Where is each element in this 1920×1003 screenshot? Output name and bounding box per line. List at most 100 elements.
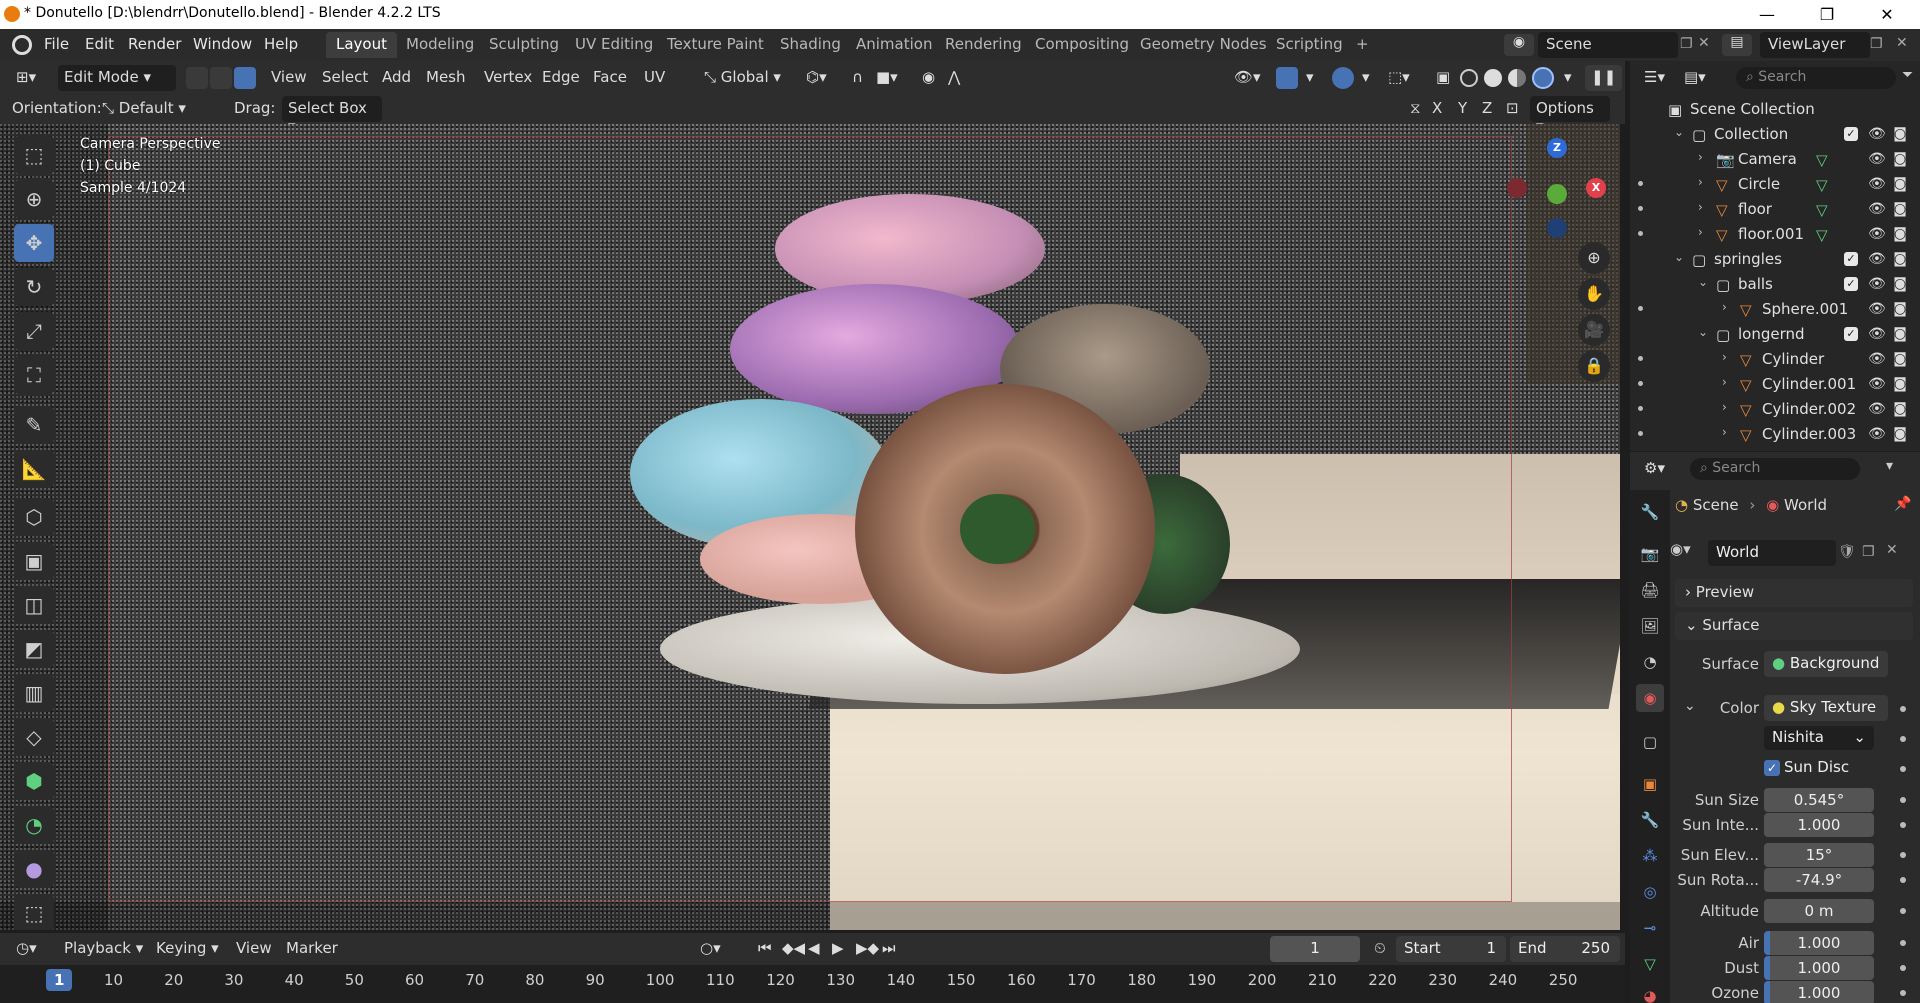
extrude-tool[interactable]: ▣ — [14, 542, 54, 580]
rotate-tool[interactable]: ↻ — [14, 268, 54, 306]
world-tab-icon[interactable]: ◉ — [1636, 684, 1664, 712]
transform-orientation-select[interactable]: ⤡ Global ▾ — [698, 65, 787, 91]
expand-arrow-icon[interactable]: › — [1698, 200, 1703, 214]
menu-view[interactable]: View — [265, 65, 313, 91]
tab-scripting[interactable]: Scripting — [1266, 32, 1353, 58]
jump-start-icon[interactable]: ⏮ — [752, 936, 778, 962]
gizmo-neg-z-axis[interactable] — [1547, 218, 1567, 238]
keyframe-dot[interactable] — [1900, 965, 1906, 971]
snap-target-icon[interactable]: ■▾ — [870, 65, 904, 91]
outliner-editor-type-icon[interactable]: ☰▾ — [1638, 65, 1671, 91]
wireframe-shading-icon[interactable] — [1460, 69, 1478, 87]
end-frame-field[interactable]: End 250 — [1510, 936, 1620, 962]
inset-tool[interactable]: ◫ — [14, 586, 54, 624]
jump-end-icon[interactable]: ⏭ — [876, 936, 902, 962]
color-keyframe-dot[interactable] — [1900, 706, 1906, 712]
sun-disc-keyframe-dot[interactable] — [1900, 766, 1906, 772]
world-name-field[interactable]: World — [1708, 540, 1836, 566]
visibility-eye-icon[interactable]: 👁 — [1868, 276, 1886, 292]
visibility-eye-icon[interactable]: 👁 — [1868, 351, 1886, 367]
menu-select[interactable]: Select — [316, 65, 374, 91]
preview-range-icon[interactable]: ⏲ — [1368, 936, 1392, 962]
outliner-row[interactable]: ▣ Scene Collection — [1630, 97, 1920, 122]
tab-texture-paint[interactable]: Texture Paint — [657, 32, 774, 58]
sky-param-field[interactable]: -74.9° — [1764, 868, 1874, 892]
tab-animation[interactable]: Animation — [846, 32, 942, 58]
face-select-icon[interactable] — [234, 67, 256, 89]
properties-editor-type-icon[interactable]: ⚙▾ — [1638, 456, 1671, 482]
menu-file[interactable]: File — [44, 35, 69, 53]
outliner-row[interactable]: › ▽ Sphere.001 👁 ◙ — [1630, 297, 1920, 322]
gizmo-y-axis[interactable] — [1547, 184, 1567, 204]
poly-build-tool[interactable]: ⬢ — [14, 762, 54, 800]
outliner-row[interactable]: ⌄ ▢ longernd ✓ 👁 ◙ — [1630, 322, 1920, 347]
expand-arrow-icon[interactable]: ⌄ — [1698, 325, 1708, 339]
keyframe-dot[interactable] — [1900, 822, 1906, 828]
timeline-ruler[interactable]: 1 10 20 30 40 50 60 70 80 90 100 110 120 130 140 150 160… — [0, 965, 1625, 1003]
maximize-button[interactable]: ❐ — [1804, 0, 1850, 29]
auto-keying-icon[interactable]: ○▾ — [694, 936, 727, 962]
orientation-select[interactable]: ⤡ Default ▾ — [96, 96, 218, 122]
render-camera-icon[interactable]: ◙ — [1892, 326, 1908, 342]
visibility-eye-icon[interactable]: 👁 — [1868, 301, 1886, 317]
sky-param-field[interactable]: 0.545° — [1764, 788, 1874, 812]
expand-arrow-icon[interactable]: ⌄ — [1674, 125, 1684, 139]
outliner-row[interactable]: › ▽ floor ▽ 👁 ◙ — [1630, 197, 1920, 222]
menu-window[interactable]: Window — [193, 35, 252, 53]
overlay-toggle-icon[interactable] — [1332, 67, 1354, 89]
editor-type-icon[interactable]: ⊞▾ — [10, 65, 42, 91]
move-tool[interactable]: ✥ — [14, 224, 54, 262]
drag-select[interactable]: Select Box ▾ — [282, 96, 382, 135]
timeline-editor-type-icon[interactable]: ◷▾ — [10, 936, 43, 962]
sky-param-field[interactable]: 0 m — [1764, 899, 1874, 923]
new-view-layer-icon[interactable]: ❐ — [1870, 36, 1883, 52]
render-camera-icon[interactable]: ◙ — [1892, 126, 1908, 142]
options-dropdown[interactable]: Options ▾ — [1530, 96, 1610, 135]
transform-tool[interactable]: ⛶ — [14, 356, 54, 394]
outliner-search-input[interactable]: ⌕ Search — [1736, 67, 1896, 89]
knife-tool[interactable]: ◇ — [14, 718, 54, 756]
render-camera-icon[interactable]: ◙ — [1892, 376, 1908, 392]
gizmo-x-axis[interactable]: X — [1586, 178, 1606, 198]
menu-mesh[interactable]: Mesh — [420, 65, 472, 91]
visibility-eye-icon[interactable]: 👁 — [1868, 326, 1886, 342]
outliner-row[interactable]: ⌄ ▢ springles ✓ 👁 ◙ — [1630, 247, 1920, 272]
mode-select[interactable]: Edit Mode ▾ — [58, 65, 176, 91]
pause-render-icon[interactable]: ❚❚ — [1585, 65, 1623, 91]
close-button[interactable]: ✕ — [1864, 0, 1910, 29]
render-camera-icon[interactable]: ◙ — [1892, 301, 1908, 317]
axis-x-toggle[interactable]: X — [1426, 96, 1448, 122]
outliner-row[interactable]: › ▽ Cylinder.002 👁 ◙ — [1630, 397, 1920, 422]
world-browse-icon[interactable]: ◉▾ — [1670, 540, 1710, 566]
sky-type-keyframe-dot[interactable] — [1900, 736, 1906, 742]
render-camera-icon[interactable]: ◙ — [1892, 426, 1908, 442]
solid-shading-icon[interactable] — [1484, 69, 1502, 87]
render-camera-icon[interactable]: ◙ — [1892, 176, 1908, 192]
visibility-eye-icon[interactable]: 👁 — [1868, 251, 1886, 267]
edge-select-icon[interactable] — [210, 67, 232, 89]
xray-icon[interactable]: ▣ — [1430, 65, 1456, 91]
render-camera-icon[interactable]: ◙ — [1892, 151, 1908, 167]
output-tab-icon[interactable]: 🖨 — [1636, 576, 1664, 604]
outliner-row[interactable]: › ▽ Cylinder.001 👁 ◙ — [1630, 372, 1920, 397]
current-frame-field[interactable]: 1 — [1270, 936, 1360, 962]
outliner-row[interactable]: › ▽ Cylinder.003 👁 ◙ — [1630, 422, 1920, 447]
keyframe-dot[interactable] — [1900, 852, 1906, 858]
menu-face[interactable]: Face — [587, 65, 633, 91]
particles-tab-icon[interactable]: ⁂ — [1636, 842, 1664, 870]
minimize-button[interactable]: — — [1744, 0, 1790, 29]
properties-options-icon[interactable]: ▾ — [1886, 458, 1893, 474]
blender-menu-icon[interactable] — [12, 35, 32, 55]
axis-z-toggle[interactable]: Z — [1476, 96, 1498, 122]
outliner-row[interactable]: ⌄ ▢ Collection ✓ 👁 ◙ — [1630, 122, 1920, 147]
render-camera-icon[interactable]: ◙ — [1892, 401, 1908, 417]
lock-camera-icon[interactable]: 🔒 — [1578, 350, 1610, 382]
menu-edit[interactable]: Edit — [85, 35, 114, 53]
exclude-checkbox[interactable]: ✓ — [1844, 252, 1858, 266]
add-workspace-button[interactable]: + — [1346, 32, 1379, 58]
properties-search-input[interactable]: ⌕ Search — [1690, 458, 1860, 480]
vertex-select-icon[interactable] — [186, 67, 208, 89]
color-input-select[interactable]: ● Sky Texture — [1764, 695, 1888, 721]
visibility-icon[interactable]: 👁▾ — [1228, 65, 1267, 91]
expand-arrow-icon[interactable]: › — [1698, 175, 1703, 189]
